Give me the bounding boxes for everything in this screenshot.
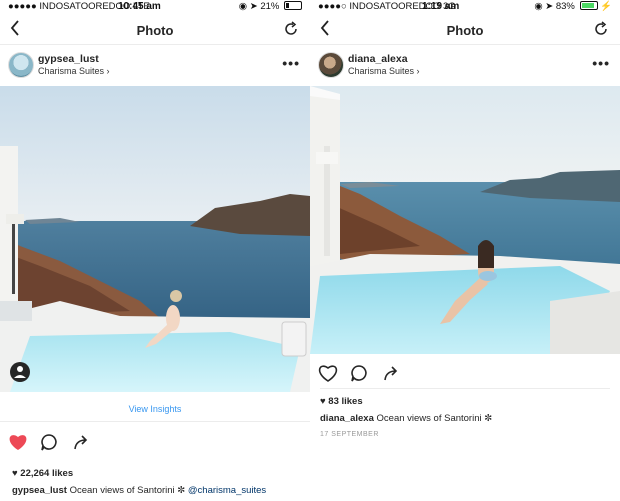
status-bar: ●●●●○ INDOSATOOREDOO 3G 1:19 am ◉ ➤ 83% … <box>310 0 620 13</box>
location-arrow-icon: ➤ <box>249 1 258 12</box>
share-arrow-icon[interactable] <box>72 433 90 456</box>
like-heart-small-icon: ♥ <box>320 396 326 407</box>
nav-bar: Photo <box>310 14 620 45</box>
share-arrow-icon[interactable] <box>382 364 400 387</box>
post-header: diana_alexa Charisma Suites › ••• <box>310 46 620 86</box>
post-photo[interactable] <box>310 86 620 354</box>
signal-dots-icon: ●●●●○ <box>318 1 347 12</box>
likes-label: 22,264 likes <box>20 468 74 479</box>
like-heart-small-icon: ♥ <box>12 468 18 479</box>
post-caption: gypsea_lust Ocean views of Santorini ✼ @… <box>12 485 266 496</box>
chevron-right-icon: › <box>106 66 110 76</box>
lock-rotation-icon: ◉ <box>534 1 543 12</box>
comment-icon[interactable] <box>40 433 58 456</box>
nav-bar: Photo <box>0 14 310 45</box>
post-header: gypsea_lust Charisma Suites › ••• <box>0 46 310 86</box>
more-options-icon[interactable]: ••• <box>592 55 610 71</box>
action-bar <box>310 364 620 388</box>
status-bar: ●●●●● INDOSATOOREDOO LTE 10:45 am ◉ ➤ 21… <box>0 0 310 13</box>
battery-percent: 83% <box>555 1 575 12</box>
page-title: Photo <box>136 23 174 38</box>
left-post-panel: ●●●●● INDOSATOOREDOO LTE 10:45 am ◉ ➤ 21… <box>0 0 311 501</box>
view-insights-link[interactable]: View Insights <box>0 404 310 414</box>
chevron-right-icon: › <box>416 66 420 76</box>
post-location[interactable]: Charisma Suites › <box>348 66 420 76</box>
battery-icon <box>579 1 598 10</box>
comment-icon[interactable] <box>350 364 368 387</box>
lock-rotation-icon: ◉ <box>238 1 248 12</box>
avatar[interactable] <box>318 52 344 78</box>
heart-outline-icon[interactable] <box>318 364 338 387</box>
action-bar <box>0 433 310 457</box>
battery-icon <box>284 1 302 10</box>
signal-dots-icon: ●●●●● <box>8 1 37 12</box>
refresh-icon[interactable] <box>282 20 300 38</box>
like-count[interactable]: ♥ 83 likes <box>320 396 363 407</box>
post-username[interactable]: gypsea_lust <box>38 53 99 65</box>
avatar[interactable] <box>8 52 34 78</box>
charging-bolt-icon: ⚡ <box>600 1 612 12</box>
more-options-icon[interactable]: ••• <box>282 55 300 71</box>
status-time: 10:45 am <box>118 1 161 12</box>
location-arrow-icon: ➤ <box>545 1 554 12</box>
post-photo[interactable] <box>0 86 310 392</box>
post-location[interactable]: Charisma Suites › <box>38 66 110 76</box>
caption-text: Ocean views of Santorini ✼ <box>376 413 493 424</box>
post-date: 17 SEPTEMBER <box>320 431 379 438</box>
status-right: ◉ ➤ 83% ⚡ <box>534 1 612 12</box>
divider <box>0 421 310 422</box>
caption-username[interactable]: gypsea_lust <box>12 485 67 496</box>
location-label: Charisma Suites <box>348 66 415 76</box>
right-post-panel: ●●●●○ INDOSATOOREDOO 3G 1:19 am ◉ ➤ 83% … <box>310 0 620 501</box>
like-count[interactable]: ♥ 22,264 likes <box>12 468 73 479</box>
status-right: ◉ ➤ 21% <box>239 1 302 12</box>
divider <box>320 388 610 389</box>
status-time: 1:19 am <box>422 1 460 12</box>
heart-filled-icon[interactable] <box>8 433 28 456</box>
refresh-icon[interactable] <box>592 20 610 38</box>
battery-percent: 21% <box>260 1 280 12</box>
carrier-name: INDOSATOOREDOO <box>39 1 131 12</box>
caption-text: Ocean views of Santorini ✼ <box>69 485 186 496</box>
post-caption: diana_alexa Ocean views of Santorini ✼ <box>320 413 492 424</box>
location-label: Charisma Suites <box>38 66 105 76</box>
caption-username[interactable]: diana_alexa <box>320 413 374 424</box>
page-title: Photo <box>446 23 484 38</box>
post-username[interactable]: diana_alexa <box>348 53 408 65</box>
caption-mention[interactable]: @charisma_suites <box>188 485 266 496</box>
likes-label: 83 likes <box>328 396 363 407</box>
